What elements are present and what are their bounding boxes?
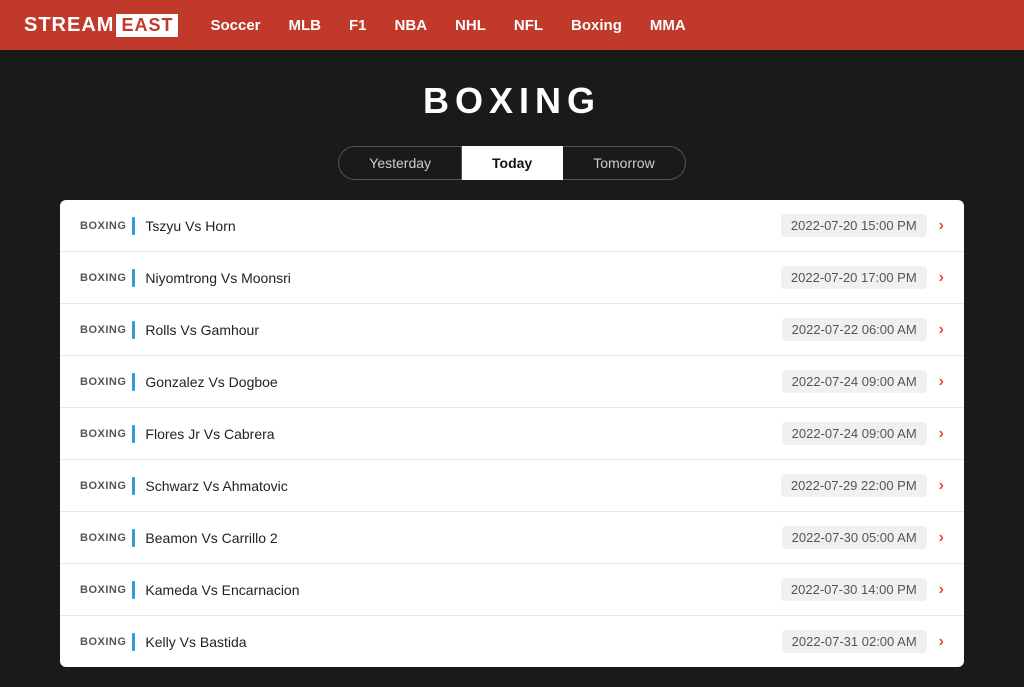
- match-row[interactable]: BOXING Flores Jr Vs Cabrera 2022-07-24 0…: [60, 408, 964, 460]
- sport-indicator: [132, 529, 135, 547]
- sport-label: BOXING: [80, 636, 126, 648]
- match-date: 2022-07-20 15:00 PM: [781, 214, 927, 237]
- nav-item-boxing[interactable]: Boxing: [571, 17, 622, 34]
- sport-label: BOXING: [80, 376, 126, 388]
- sport-indicator: [132, 373, 135, 391]
- date-tabs: YesterdayTodayTomorrow: [0, 146, 1024, 180]
- chevron-right-icon: ›: [939, 217, 944, 235]
- chevron-right-icon: ›: [939, 477, 944, 495]
- nav-item-mlb[interactable]: MLB: [289, 17, 322, 34]
- nav-item-nba[interactable]: NBA: [395, 17, 428, 34]
- match-name: Rolls Vs Gamhour: [145, 322, 781, 338]
- main-nav: Soccer MLB F1 NBA NHL NFL Boxing MMA: [210, 17, 685, 34]
- match-name: Kelly Vs Bastida: [145, 634, 781, 650]
- sport-label: BOXING: [80, 428, 126, 440]
- match-name: Beamon Vs Carrillo 2: [145, 530, 781, 546]
- tab-tomorrow[interactable]: Tomorrow: [563, 146, 685, 180]
- sport-indicator: [132, 269, 135, 287]
- match-name: Kameda Vs Encarnacion: [145, 582, 781, 598]
- match-row[interactable]: BOXING Tszyu Vs Horn 2022-07-20 15:00 PM…: [60, 200, 964, 252]
- sport-indicator: [132, 321, 135, 339]
- sport-label: BOXING: [80, 272, 126, 284]
- sport-indicator: [132, 217, 135, 235]
- sport-label: BOXING: [80, 584, 126, 596]
- sport-indicator: [132, 581, 135, 599]
- sport-label: BOXING: [80, 532, 126, 544]
- sport-label: BOXING: [80, 324, 126, 336]
- match-date: 2022-07-20 17:00 PM: [781, 266, 927, 289]
- match-date: 2022-07-24 09:00 AM: [782, 370, 927, 393]
- logo-east: EAST: [116, 14, 178, 37]
- match-name: Tszyu Vs Horn: [145, 218, 781, 234]
- match-name: Niyomtrong Vs Moonsri: [145, 270, 781, 286]
- match-date: 2022-07-24 09:00 AM: [782, 422, 927, 445]
- match-date: 2022-07-30 14:00 PM: [781, 578, 927, 601]
- sport-indicator: [132, 477, 135, 495]
- page-title: BOXING: [0, 80, 1024, 122]
- match-name: Flores Jr Vs Cabrera: [145, 426, 781, 442]
- chevron-right-icon: ›: [939, 581, 944, 599]
- match-row[interactable]: BOXING Schwarz Vs Ahmatovic 2022-07-29 2…: [60, 460, 964, 512]
- match-date: 2022-07-22 06:00 AM: [782, 318, 927, 341]
- match-list-container: BOXING Tszyu Vs Horn 2022-07-20 15:00 PM…: [60, 200, 964, 667]
- sport-indicator: [132, 633, 135, 651]
- chevron-right-icon: ›: [939, 269, 944, 287]
- match-name: Gonzalez Vs Dogboe: [145, 374, 781, 390]
- logo[interactable]: STREAM EAST: [24, 14, 178, 37]
- match-name: Schwarz Vs Ahmatovic: [145, 478, 781, 494]
- logo-stream: STREAM: [24, 14, 114, 37]
- chevron-right-icon: ›: [939, 373, 944, 391]
- nav-item-nhl[interactable]: NHL: [455, 17, 486, 34]
- chevron-right-icon: ›: [939, 633, 944, 651]
- header: STREAM EAST Soccer MLB F1 NBA NHL NFL Boxing MM…: [0, 0, 1024, 50]
- match-date: 2022-07-31 02:00 AM: [782, 630, 927, 653]
- chevron-right-icon: ›: [939, 529, 944, 547]
- match-row[interactable]: BOXING Kelly Vs Bastida 2022-07-31 02:00…: [60, 616, 964, 667]
- match-date: 2022-07-30 05:00 AM: [782, 526, 927, 549]
- nav-item-nfl[interactable]: NFL: [514, 17, 543, 34]
- match-row[interactable]: BOXING Niyomtrong Vs Moonsri 2022-07-20 …: [60, 252, 964, 304]
- match-row[interactable]: BOXING Rolls Vs Gamhour 2022-07-22 06:00…: [60, 304, 964, 356]
- page-body: BOXING YesterdayTodayTomorrow BOXING Tsz…: [0, 50, 1024, 687]
- match-row[interactable]: BOXING Beamon Vs Carrillo 2 2022-07-30 0…: [60, 512, 964, 564]
- sport-indicator: [132, 425, 135, 443]
- nav-item-f1[interactable]: F1: [349, 17, 367, 34]
- match-date: 2022-07-29 22:00 PM: [781, 474, 927, 497]
- nav-item-soccer[interactable]: Soccer: [210, 17, 260, 34]
- sport-label: BOXING: [80, 480, 126, 492]
- nav-item-mma[interactable]: MMA: [650, 17, 686, 34]
- tab-yesterday[interactable]: Yesterday: [338, 146, 462, 180]
- match-row[interactable]: BOXING Gonzalez Vs Dogboe 2022-07-24 09:…: [60, 356, 964, 408]
- chevron-right-icon: ›: [939, 321, 944, 339]
- chevron-right-icon: ›: [939, 425, 944, 443]
- match-row[interactable]: BOXING Kameda Vs Encarnacion 2022-07-30 …: [60, 564, 964, 616]
- tab-today[interactable]: Today: [462, 146, 563, 180]
- sport-label: BOXING: [80, 220, 126, 232]
